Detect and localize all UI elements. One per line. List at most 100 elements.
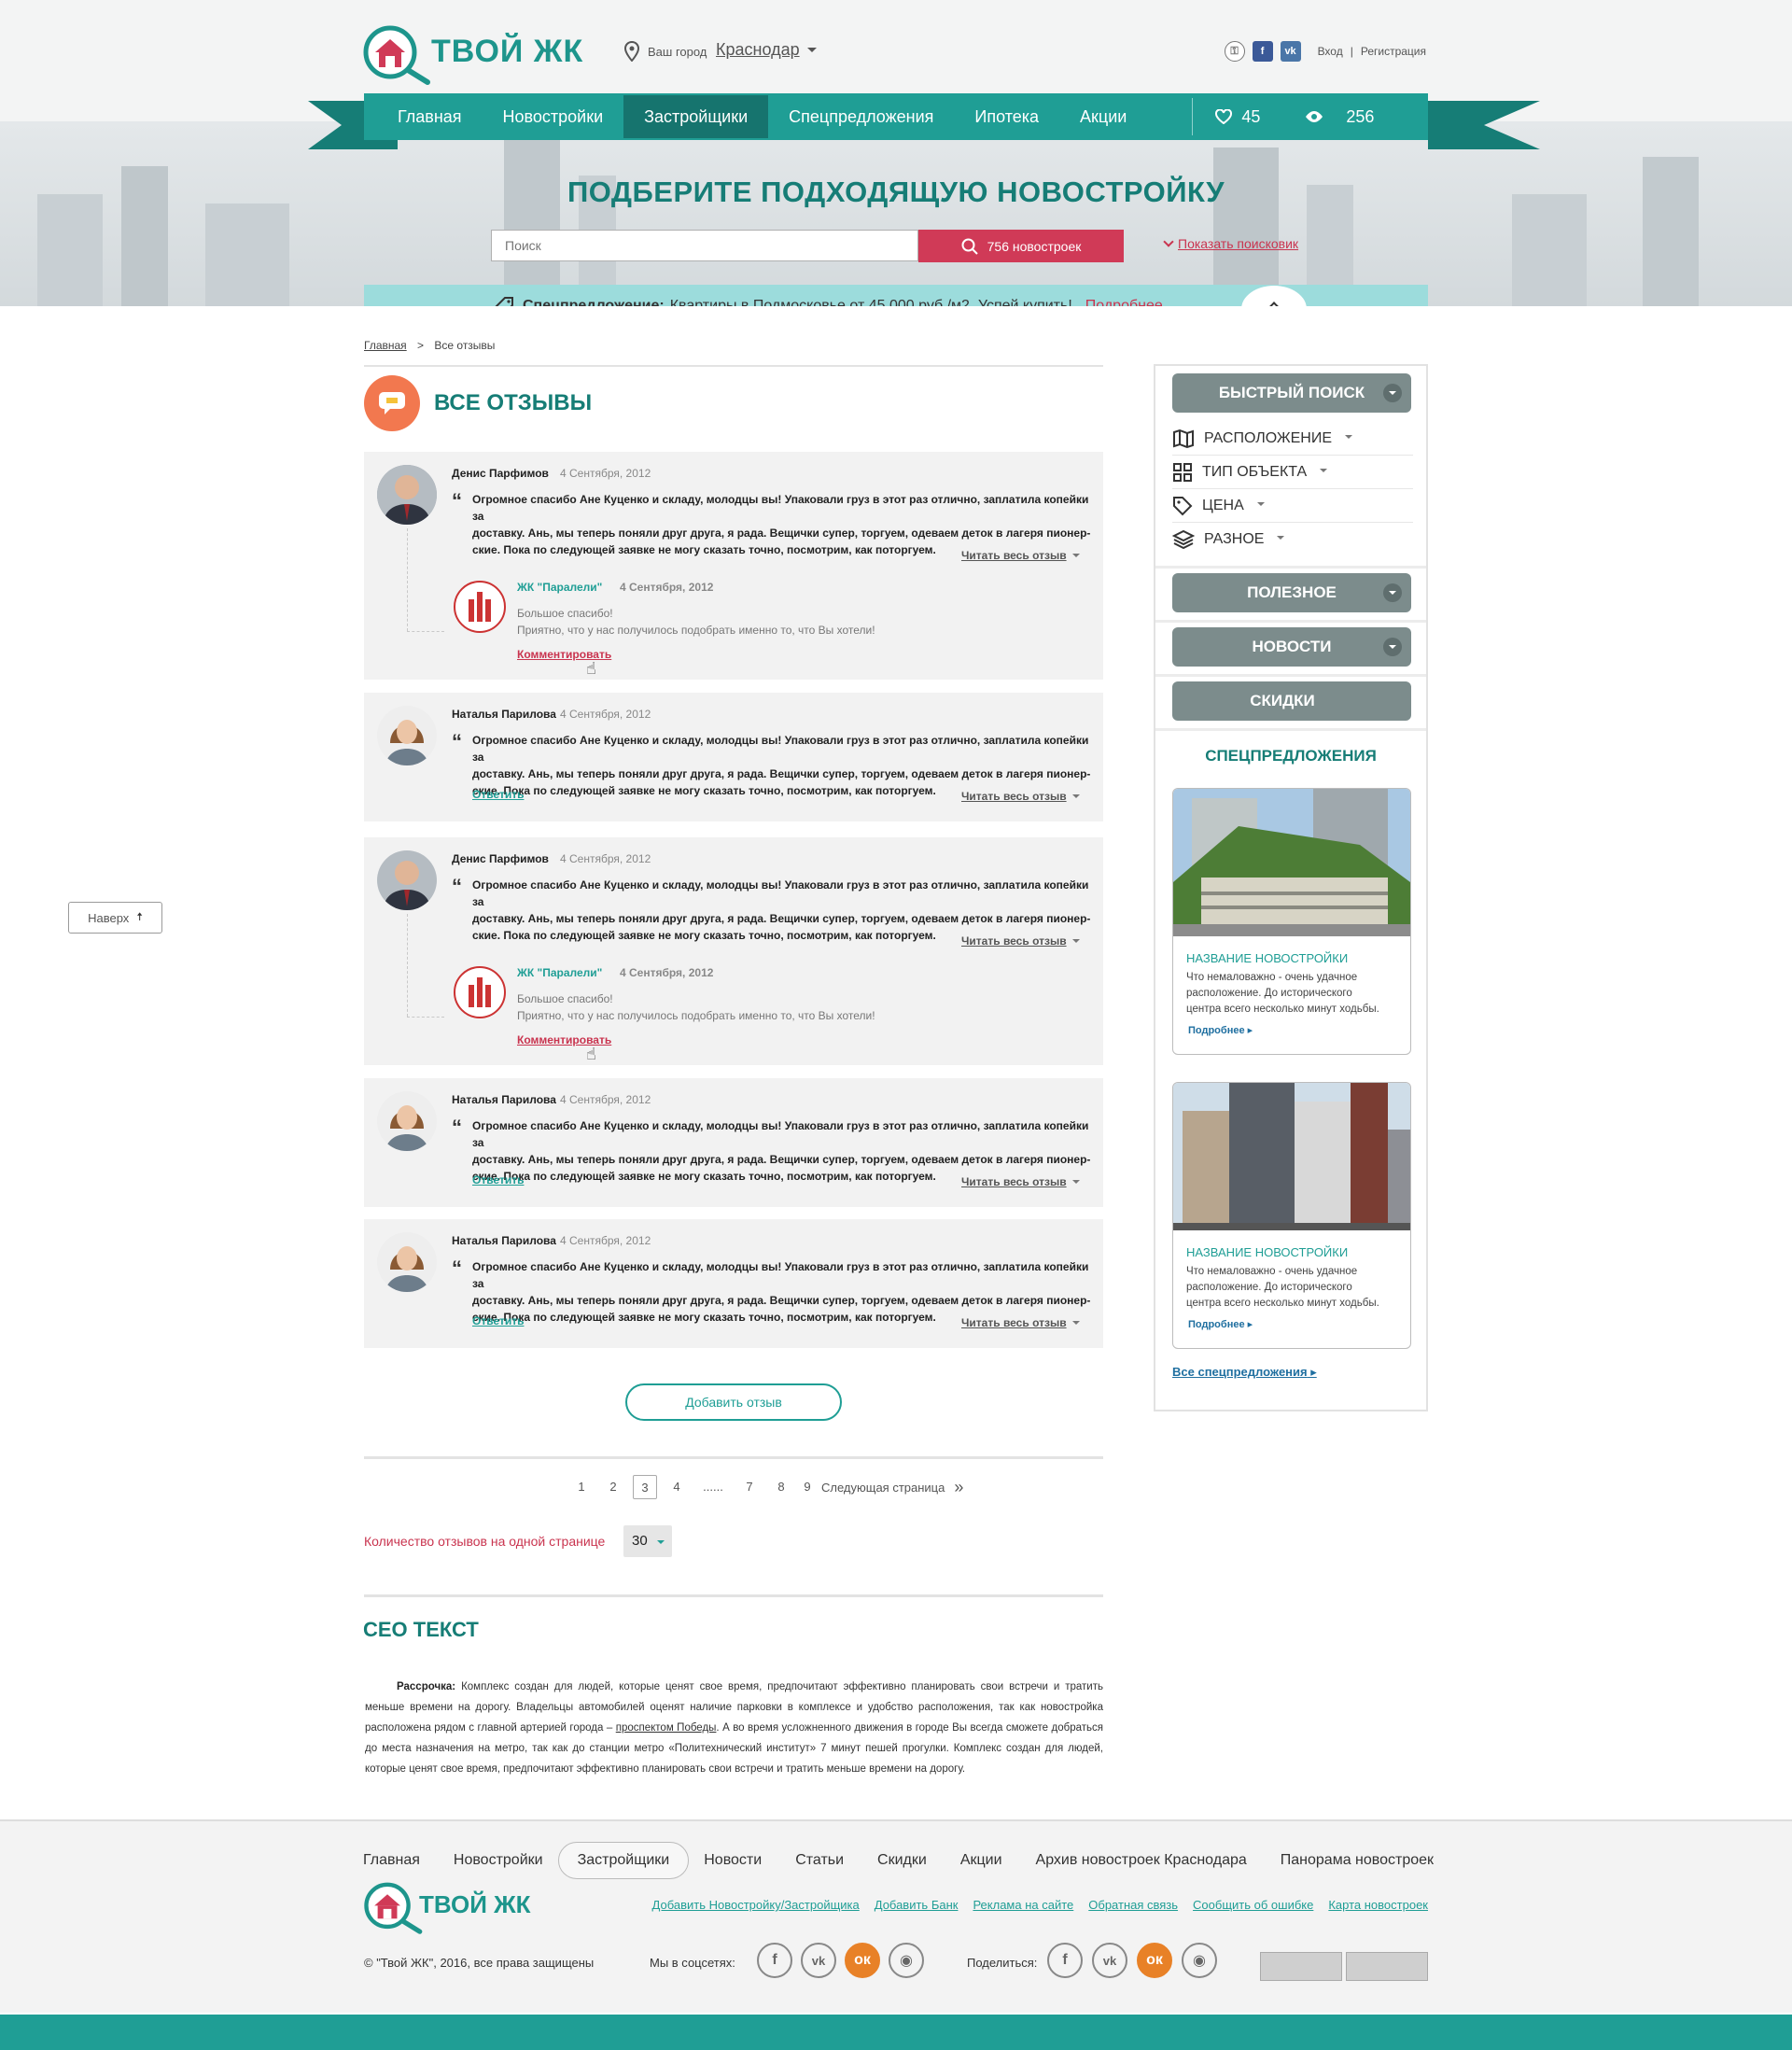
seo-link[interactable]: проспектом Победы (616, 1722, 717, 1734)
login-link[interactable]: Вход (1318, 45, 1343, 58)
avatar (377, 1232, 437, 1292)
page-link[interactable]: 7 (737, 1475, 762, 1499)
sidebar: БЫСТРЫЙ ПОИСК РАСПОЛОЖЕНИЕ ТИП ОБЪЕКТА Ц… (1154, 364, 1428, 1411)
answer-link[interactable]: Ответить (472, 1173, 524, 1186)
breadcrumb-current: Все отзывы (434, 339, 496, 352)
filter-location[interactable]: РАСПОЛОЖЕНИЕ (1172, 422, 1413, 456)
search-button[interactable]: 756 новостроек (918, 230, 1124, 262)
footer-link[interactable]: Сообщить об ошибке (1193, 1898, 1313, 1912)
developer-logo (454, 581, 506, 633)
views-counter[interactable]: 256 (1282, 107, 1396, 127)
read-all-link[interactable]: Читать весь отзыв (961, 1175, 1080, 1188)
news-button[interactable]: НОВОСТИ (1172, 627, 1411, 667)
footer-nav-item[interactable]: Архив новостроек Краснодара (1036, 1852, 1247, 1869)
special-offer-card[interactable]: НАЗВАНИЕ НОВОСТРОЙКИ Что немаловажно - о… (1172, 788, 1411, 1055)
thread-connector (407, 1017, 444, 1018)
vk-icon[interactable]: vk (1092, 1943, 1127, 1978)
breadcrumb-home[interactable]: Главная (364, 339, 407, 352)
comment-link[interactable]: Комментировать (517, 1033, 611, 1046)
comment-link[interactable]: Комментировать (517, 648, 611, 661)
nav-developers[interactable]: Застройщики (623, 95, 769, 138)
footer-nav-item[interactable]: Панорама новостроек (1281, 1852, 1434, 1869)
page-link-current[interactable]: 3 (633, 1475, 657, 1499)
logo-icon[interactable] (362, 24, 433, 86)
search-input[interactable] (491, 230, 918, 261)
footer-nav-item[interactable]: Скидки (877, 1852, 927, 1869)
favorites-counter[interactable]: 45 (1193, 107, 1282, 127)
next-page-link[interactable]: Следующая страница (821, 1481, 945, 1495)
footer-link[interactable]: Добавить Банк (875, 1898, 959, 1912)
nav-mortgage[interactable]: Ипотека (954, 95, 1059, 138)
avatar (377, 850, 437, 910)
reply-author: ЖК "Паралели" (517, 966, 603, 979)
nav-special-offers[interactable]: Спецпредложения (768, 95, 954, 138)
page-link[interactable]: 9 (801, 1475, 814, 1499)
page-title: ВСЕ ОТЗЫВЫ (434, 390, 593, 415)
footer-link[interactable]: Добавить Новостройку/Застройщика (652, 1898, 860, 1912)
card-more-link[interactable]: Подробнее ▸ (1188, 1024, 1253, 1036)
page-link[interactable]: 2 (601, 1475, 625, 1499)
page-link[interactable]: 8 (769, 1475, 793, 1499)
city-dropdown[interactable]: Краснодар (716, 40, 817, 60)
filter-misc[interactable]: РАЗНОЕ (1172, 523, 1413, 556)
footer-logo-icon[interactable] (363, 1881, 425, 1935)
quote-icon: “ (452, 1116, 462, 1139)
logo-text[interactable]: ТВОЙ ЖК (431, 34, 583, 70)
footer-nav-item[interactable]: Новостройки (454, 1852, 543, 1869)
thread-line (407, 914, 408, 1017)
quote-icon: “ (452, 489, 462, 512)
review-card: Наталья Парилова 4 Сентября, 2012 “ Огро… (364, 1219, 1103, 1348)
read-all-link[interactable]: Читать весь отзыв (961, 1316, 1080, 1329)
views-count: 256 (1346, 106, 1375, 126)
divider (364, 365, 1103, 367)
answer-link[interactable]: Ответить (472, 1314, 524, 1327)
facebook-icon[interactable]: f (1252, 41, 1273, 62)
vk-icon[interactable]: vk (801, 1943, 836, 1978)
footer-nav-item-active[interactable]: Застройщики (557, 1842, 690, 1879)
read-all-link[interactable]: Читать весь отзыв (961, 790, 1080, 803)
add-review-button[interactable]: Добавить отзыв (625, 1383, 842, 1421)
register-link[interactable]: Регистрация (1361, 45, 1426, 58)
page-link[interactable]: 1 (569, 1475, 594, 1499)
next-arrow-icon[interactable]: » (954, 1478, 963, 1497)
read-all-link[interactable]: Читать весь отзыв (961, 549, 1080, 562)
show-search-link[interactable]: Показать поисковик (1163, 236, 1298, 251)
lock-icon: ⚿ (1224, 41, 1245, 62)
back-to-top-button[interactable]: Наверх 🠅 (68, 902, 162, 934)
card-more-link[interactable]: Подробнее ▸ (1188, 1318, 1253, 1330)
instagram-icon[interactable]: ◉ (1182, 1943, 1217, 1978)
page-link[interactable]: 4 (665, 1475, 689, 1499)
filter-object-type[interactable]: ТИП ОБЪЕКТА (1172, 456, 1413, 489)
answer-link[interactable]: Ответить (472, 788, 524, 801)
useful-button[interactable]: ПОЛЕЗНОЕ (1172, 573, 1411, 612)
per-page-select[interactable]: 30 (623, 1525, 672, 1557)
avatar (377, 706, 437, 765)
read-all-link[interactable]: Читать весь отзыв (961, 934, 1080, 948)
vk-icon[interactable]: vk (1280, 41, 1301, 62)
filter-price[interactable]: ЦЕНА (1172, 489, 1413, 523)
footer-logo-text[interactable]: ТВОЙ ЖК (419, 1890, 531, 1919)
odnoklassniki-icon[interactable]: ок (845, 1943, 880, 1978)
footer-link[interactable]: Обратная связь (1088, 1898, 1178, 1912)
promo-text: Квартиры в Подмосковье от 45 000 руб./м2… (669, 298, 1072, 306)
quick-search-button[interactable]: БЫСТРЫЙ ПОИСК (1172, 373, 1411, 413)
nav-promotions[interactable]: Акции (1059, 95, 1147, 138)
discounts-button[interactable]: СКИДКИ (1172, 681, 1411, 721)
footer-link[interactable]: Карта новостроек (1328, 1898, 1428, 1912)
special-offer-card[interactable]: НАЗВАНИЕ НОВОСТРОЙКИ Что немаловажно - о… (1172, 1082, 1411, 1349)
footer-link[interactable]: Реклама на сайте (973, 1898, 1073, 1912)
odnoklassniki-icon[interactable]: ок (1137, 1943, 1172, 1978)
nav-new-buildings[interactable]: Новостройки (483, 95, 624, 138)
facebook-icon[interactable]: f (757, 1943, 792, 1978)
facebook-icon[interactable]: f (1047, 1943, 1083, 1978)
footer-nav-item[interactable]: Статьи (795, 1852, 844, 1869)
instagram-icon[interactable]: ◉ (889, 1943, 924, 1978)
footer-nav-item[interactable]: Акции (960, 1852, 1002, 1869)
all-specials-link[interactable]: Все спецпредложения ▸ (1172, 1365, 1317, 1380)
promo-more-link[interactable]: Подробнее... (1085, 298, 1175, 306)
stats-counter[interactable] (1346, 1952, 1428, 1981)
nav-home[interactable]: Главная (377, 95, 483, 138)
visitor-counter[interactable] (1260, 1952, 1342, 1981)
footer-nav-item[interactable]: Главная (363, 1852, 420, 1869)
footer-nav-item[interactable]: Новости (704, 1852, 762, 1869)
